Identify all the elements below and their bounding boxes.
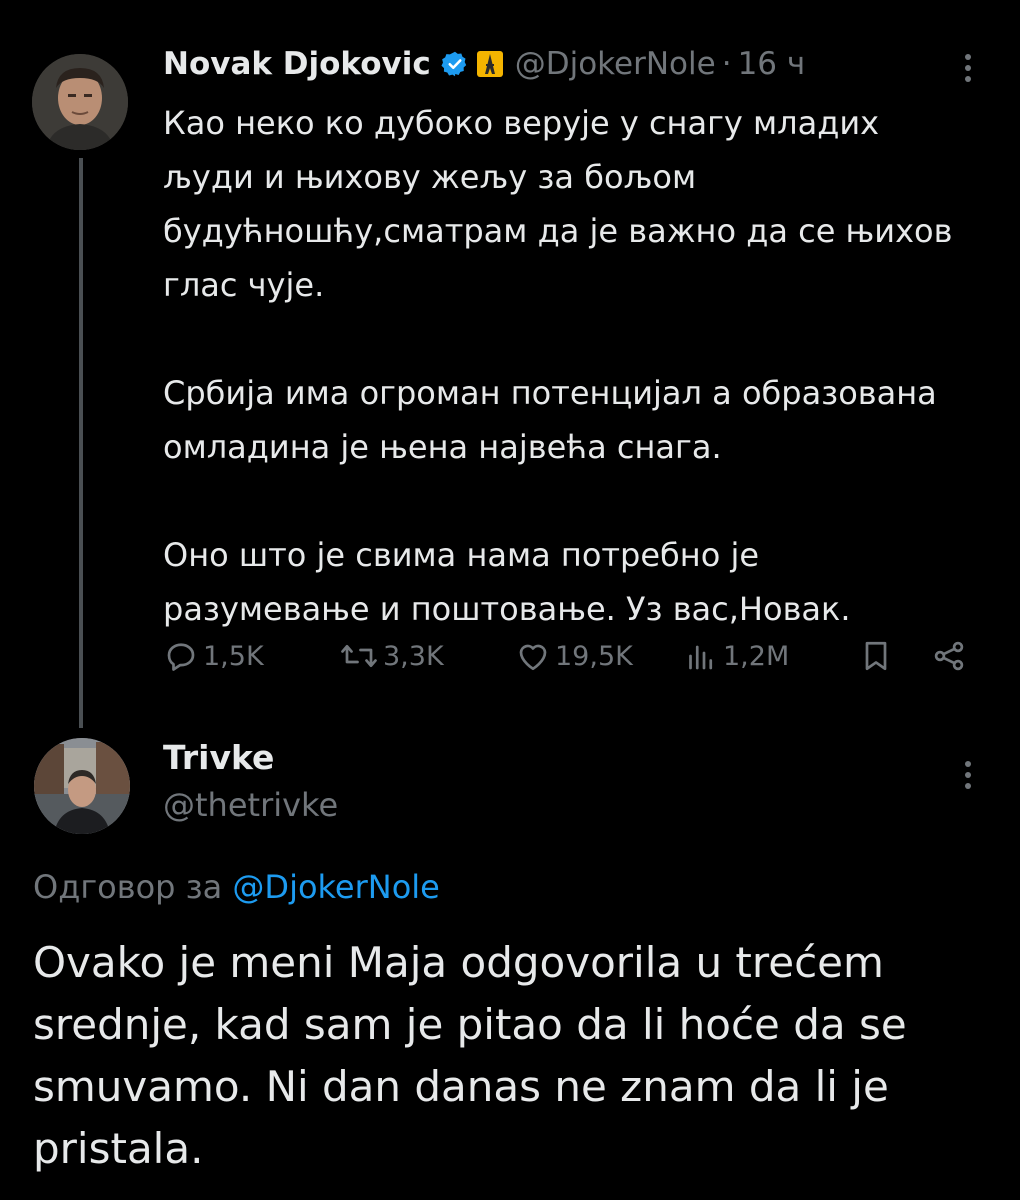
reply-to-line: Одговор за @DjokerNole [33, 868, 440, 906]
thread-line [79, 158, 83, 728]
reply-icon [167, 643, 195, 671]
author-handle[interactable]: @DjokerNole [515, 46, 716, 82]
more-icon[interactable] [953, 48, 983, 88]
share-button[interactable] [931, 632, 967, 680]
reply-author-handle[interactable]: @thetrivke [163, 783, 338, 827]
repost-count: 3,3K [383, 640, 444, 672]
tweet-paragraph: Србија има огроман потенцијал а образова… [163, 374, 937, 466]
more-icon[interactable] [953, 755, 983, 795]
tweet-timestamp[interactable]: 16 ч [738, 46, 806, 82]
tweet-paragraph: Као неко ко дубоко верује у снагу младих… [163, 104, 953, 304]
like-icon [519, 644, 547, 671]
views-icon [689, 645, 713, 670]
like-button[interactable]: 19,5K [515, 632, 633, 680]
repost-button[interactable]: 3,3K [339, 632, 444, 680]
like-count: 19,5K [555, 640, 633, 672]
views-button[interactable]: 1,2M [683, 632, 789, 680]
tweet-actions: 1,5K 3,3K 19,5K 1,2M [163, 632, 983, 680]
author-name[interactable]: Novak Djokovic [163, 46, 431, 82]
reply-button[interactable]: 1,5K [163, 632, 264, 680]
eiffel-tower-emoji-icon [476, 51, 503, 77]
tweet-paragraph: Оно што је свима нама потребно је разуме… [163, 536, 851, 628]
avatar[interactable] [34, 738, 130, 834]
avatar-image [32, 54, 128, 150]
reply-count: 1,5K [203, 640, 264, 672]
tweet-header: Novak Djokovic @DjokerNole · 16 ч [163, 42, 805, 86]
repost-icon [341, 644, 377, 668]
share-icon [934, 641, 964, 671]
avatar[interactable] [32, 54, 128, 150]
reply-author-name[interactable]: Trivke [163, 737, 338, 779]
tweet-text: Као неко ко дубоко верује у снагу младих… [163, 96, 1003, 636]
avatar-image [34, 738, 130, 834]
reply-to-mention[interactable]: @DjokerNole [232, 868, 439, 906]
reply-to-label: Одговор за [33, 868, 233, 906]
reply-text: Ovako je meni Maja odgovorila u trećem s… [33, 938, 907, 1173]
reply-header: Trivke @thetrivke [163, 737, 338, 827]
bookmark-button[interactable] [858, 632, 894, 680]
separator-dot: · [721, 46, 732, 82]
bookmark-icon [865, 641, 887, 671]
verified-badge-icon[interactable] [441, 50, 469, 78]
views-count: 1,2M [723, 640, 790, 672]
